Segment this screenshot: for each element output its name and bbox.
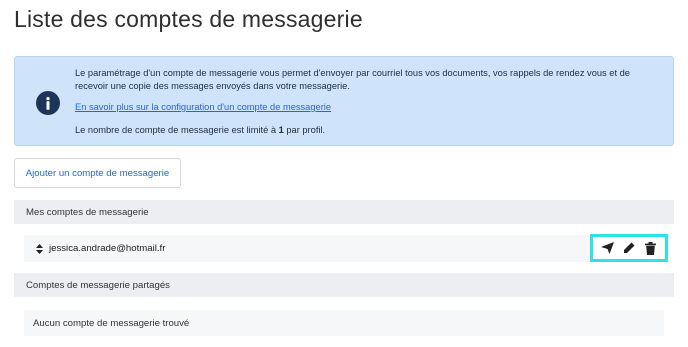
- info-text: Le paramétrage d'un compte de messagerie…: [75, 67, 660, 137]
- help-link[interactable]: En savoir plus sur la configuration d'un…: [75, 101, 331, 114]
- page-title: Liste des comptes de messagerie: [14, 6, 363, 32]
- info-alert: Le paramétrage d'un compte de messagerie…: [14, 56, 674, 146]
- trash-icon[interactable]: [641, 239, 659, 257]
- add-account-button[interactable]: Ajouter un compte de messagerie: [14, 158, 181, 188]
- info-description: Le paramétrage d'un compte de messagerie…: [75, 68, 630, 91]
- account-limit-text: Le nombre de compte de messagerie est li…: [75, 124, 660, 137]
- empty-message: Aucun compte de messagerie trouvé: [24, 310, 664, 336]
- limit-suffix: par profil.: [283, 125, 326, 135]
- my-accounts-header: Mes comptes de messagerie: [14, 200, 674, 224]
- send-icon[interactable]: [599, 239, 617, 257]
- shared-accounts-header: Comptes de messagerie partagés: [14, 273, 674, 297]
- account-row[interactable]: jessica.andrade@hotmail.fr: [24, 235, 664, 262]
- account-email: jessica.andrade@hotmail.fr: [49, 243, 166, 254]
- limit-prefix: Le nombre de compte de messagerie est li…: [75, 125, 279, 135]
- pencil-icon[interactable]: [620, 239, 638, 257]
- info-circle-icon: [36, 91, 60, 115]
- sort-handle-icon[interactable]: [31, 243, 47, 254]
- account-actions: [590, 234, 668, 262]
